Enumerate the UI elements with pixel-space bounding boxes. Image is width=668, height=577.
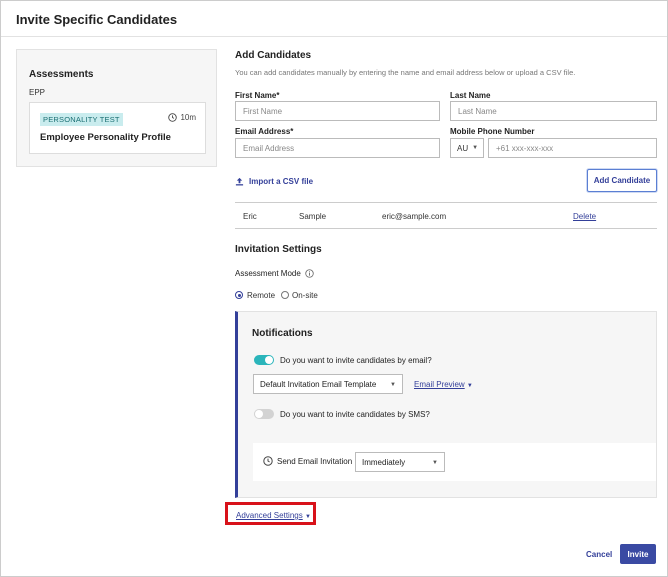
candidate-first-name: Eric bbox=[243, 212, 257, 221]
sms-invite-toggle[interactable] bbox=[254, 409, 274, 419]
send-timing-value: Immediately bbox=[362, 457, 406, 467]
import-csv-label: Import a CSV file bbox=[249, 177, 314, 186]
email-invite-label: Do you want to invite candidates by emai… bbox=[280, 356, 432, 365]
add-candidates-title: Add Candidates bbox=[235, 50, 312, 61]
first-name-input[interactable] bbox=[235, 101, 440, 121]
sms-invite-label: Do you want to invite candidates by SMS? bbox=[280, 410, 430, 419]
invite-modal: Invite Specific Candidates Assessments E… bbox=[0, 0, 668, 577]
email-template-value: Default Invitation Email Template bbox=[260, 379, 377, 389]
country-code-select[interactable]: AU ▼ bbox=[450, 138, 484, 158]
upload-icon bbox=[235, 177, 244, 186]
advanced-settings-link[interactable]: Advanced Settings ▼ bbox=[236, 511, 311, 520]
notifications-title: Notifications bbox=[252, 328, 313, 339]
assessment-group: EPP bbox=[29, 88, 46, 97]
info-icon[interactable] bbox=[305, 269, 314, 278]
assessment-card: PERSONALITY TEST 10m Employee Personalit… bbox=[29, 102, 206, 154]
invitation-settings-title: Invitation Settings bbox=[235, 244, 322, 255]
email-invite-toggle[interactable] bbox=[254, 355, 274, 365]
email-preview-label: Email Preview bbox=[414, 380, 465, 389]
table-row: Eric Sample eric@sample.com Delete bbox=[235, 202, 657, 229]
modal-header: Invite Specific Candidates bbox=[1, 1, 667, 37]
email-preview-link[interactable]: Email Preview ▼ bbox=[414, 380, 473, 389]
email-input[interactable] bbox=[235, 138, 440, 158]
add-candidate-button[interactable]: Add Candidate bbox=[587, 169, 657, 192]
send-invitation-label: Send Email Invitation bbox=[263, 456, 352, 466]
assessment-mode-label: Assessment Mode bbox=[235, 269, 314, 278]
assessment-duration: 10m bbox=[168, 113, 196, 122]
onsite-radio[interactable] bbox=[281, 291, 289, 299]
page-title: Invite Specific Candidates bbox=[16, 12, 178, 27]
assessment-name: Employee Personality Profile bbox=[40, 132, 171, 143]
country-code-value: AU bbox=[457, 143, 469, 153]
candidate-last-name: Sample bbox=[299, 212, 327, 221]
phone-label: Mobile Phone Number bbox=[450, 127, 535, 136]
send-invitation-box: Send Email Invitation Immediately ▼ bbox=[253, 443, 656, 481]
chevron-down-icon: ▼ bbox=[472, 145, 479, 151]
email-template-select[interactable]: Default Invitation Email Template ▼ bbox=[253, 374, 403, 394]
first-name-label: First Name* bbox=[235, 91, 280, 100]
last-name-label: Last Name bbox=[450, 91, 491, 100]
duration-value: 10m bbox=[180, 113, 196, 122]
candidate-email: eric@sample.com bbox=[382, 212, 447, 221]
add-candidates-hint: You can add candidates manually by enter… bbox=[235, 68, 576, 77]
clock-icon bbox=[263, 456, 273, 466]
assessments-title: Assessments bbox=[29, 69, 94, 80]
send-invitation-text: Send Email Invitation bbox=[277, 456, 353, 466]
remote-radio[interactable] bbox=[235, 291, 243, 299]
clock-icon bbox=[168, 113, 178, 122]
advanced-settings-label: Advanced Settings bbox=[236, 511, 303, 520]
notifications-panel: Notifications Do you want to invite cand… bbox=[235, 311, 657, 498]
advanced-settings-highlight: Advanced Settings ▼ bbox=[225, 502, 316, 525]
caret-down-icon: ▼ bbox=[466, 383, 473, 389]
chevron-down-icon: ▼ bbox=[432, 460, 438, 466]
assessment-mode-text: Assessment Mode bbox=[235, 269, 301, 278]
email-label: Email Address* bbox=[235, 127, 294, 136]
import-csv-link[interactable]: Import a CSV file bbox=[235, 177, 313, 186]
remote-label: Remote bbox=[247, 291, 276, 300]
last-name-input[interactable] bbox=[450, 101, 657, 121]
onsite-label: On-site bbox=[292, 291, 318, 300]
invite-button[interactable]: Invite bbox=[620, 544, 656, 564]
chevron-down-icon: ▼ bbox=[390, 382, 396, 388]
delete-candidate-link[interactable]: Delete bbox=[573, 212, 596, 221]
assessments-panel: Assessments EPP PERSONALITY TEST 10m Emp… bbox=[16, 49, 217, 167]
assessment-type-badge: PERSONALITY TEST bbox=[40, 113, 123, 126]
caret-down-icon: ▼ bbox=[304, 514, 311, 520]
send-timing-select[interactable]: Immediately ▼ bbox=[355, 452, 445, 472]
cancel-button[interactable]: Cancel bbox=[586, 550, 612, 559]
phone-input[interactable] bbox=[488, 138, 657, 158]
